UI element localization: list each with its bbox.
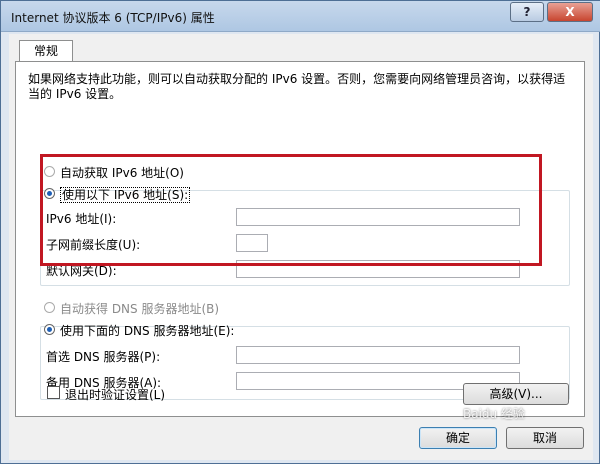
preferred-dns-input[interactable] <box>236 346 520 364</box>
auto-dns-radio[interactable] <box>44 302 55 313</box>
auto-dns-label[interactable]: 自动获得 DNS 服务器地址(B) <box>60 300 219 317</box>
close-button[interactable]: X <box>547 2 593 22</box>
validate-checkbox[interactable] <box>47 386 60 399</box>
window-title: Internet 协议版本 6 (TCP/IPv6) 属性 <box>11 11 215 25</box>
dialog-window: Internet 协议版本 6 (TCP/IPv6) 属性 ? X 常规 如果网… <box>0 0 600 464</box>
preferred-dns-label: 首选 DNS 服务器(P): <box>46 350 161 364</box>
watermark-text: Baidu 经验 <box>463 407 525 421</box>
dialog-content: 常规 如果网络支持此功能，则可以自动获取分配的 IPv6 设置。否则，您需要向网… <box>9 34 593 460</box>
manual-dns-radio[interactable] <box>44 324 55 335</box>
description-text: 如果网络支持此功能，则可以自动获取分配的 IPv6 设置。否则，您需要向网络管理… <box>28 72 566 101</box>
help-button[interactable]: ? <box>510 2 544 22</box>
cancel-button[interactable]: 取消 <box>506 427 584 449</box>
advanced-button[interactable]: 高级(V)... <box>463 383 569 405</box>
manual-dns-label[interactable]: 使用下面的 DNS 服务器地址(E): <box>60 322 234 339</box>
ok-button[interactable]: 确定 <box>419 427 497 449</box>
title-bar[interactable]: Internet 协议版本 6 (TCP/IPv6) 属性 ? X <box>1 1 600 32</box>
highlight-annotation-box <box>40 154 542 266</box>
validate-label[interactable]: 退出时验证设置(L) <box>65 386 165 403</box>
tab-general[interactable]: 常规 <box>19 40 73 62</box>
